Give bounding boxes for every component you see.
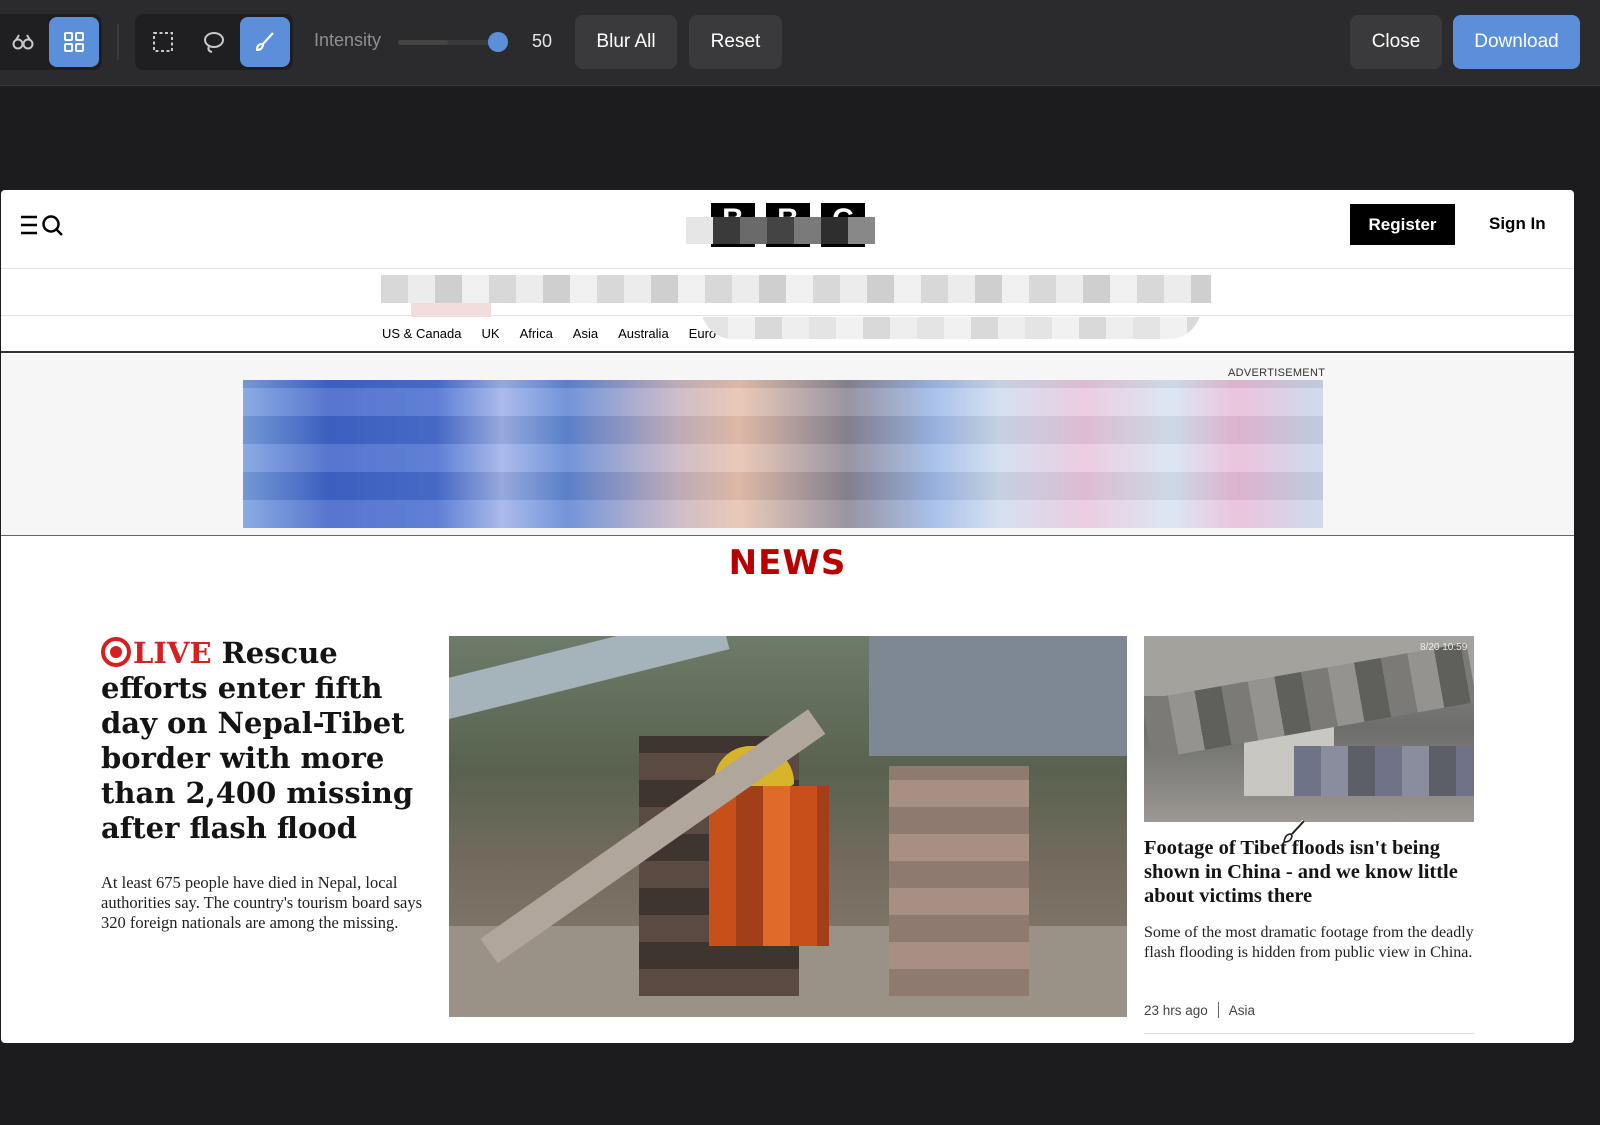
selection-tool-group (135, 14, 293, 70)
story-region[interactable]: Asia (1229, 1003, 1255, 1018)
intensity-label: Intensity (314, 30, 382, 50)
page-preview: B B C Register Sign In US & Canada UK Af… (1, 190, 1574, 1043)
side-story-image[interactable]: 8/20 10:59 (1144, 636, 1474, 822)
blur-block (740, 217, 767, 244)
view-mode-group (0, 14, 102, 70)
subnav-item[interactable]: Africa (520, 326, 553, 341)
brush-icon[interactable] (240, 17, 290, 67)
menu-search-icon[interactable] (19, 212, 65, 240)
section-title: NEWS (728, 543, 847, 583)
meta-divider (1217, 1002, 1219, 1018)
blurred-nav-items (381, 275, 1211, 303)
subnav-item[interactable]: US & Canada (382, 326, 462, 341)
lead-summary: At least 675 people have died in Nepal, … (101, 873, 423, 932)
binoculars-icon[interactable] (0, 17, 48, 67)
image-timestamp: 8/20 10:59 (1420, 642, 1468, 653)
advertisement-band: ADVERTISEMENT (1, 355, 1574, 536)
rect-select-icon[interactable] (138, 17, 188, 67)
sign-in-link[interactable]: Sign In (1489, 214, 1546, 234)
side-story-summary: Some of the most dramatic footage from t… (1144, 924, 1474, 961)
subnav-list: US & Canada UK Africa Asia Australia Eur… (382, 326, 716, 341)
close-button[interactable]: Close (1350, 15, 1442, 69)
blur-block (411, 303, 491, 317)
brush-blur-stroke (1294, 746, 1474, 796)
subnav-item[interactable]: UK (482, 326, 500, 341)
grid-icon[interactable] (49, 17, 99, 67)
editor-toolbar: Intensity 50 Blur All Reset Close Downlo… (0, 0, 1600, 86)
intensity-slider-knob[interactable] (488, 32, 508, 52)
blurred-subnav (701, 317, 1201, 339)
blur-block (848, 217, 875, 244)
blur-block (686, 217, 713, 244)
brush-cursor-icon (1283, 819, 1306, 843)
blur-block (713, 217, 740, 244)
background-building (869, 636, 1127, 756)
lasso-icon[interactable] (189, 17, 239, 67)
intensity-value: 50 (532, 31, 553, 51)
live-label: LIVE (133, 636, 212, 670)
intensity-slider-fill (398, 40, 448, 45)
lead-headline[interactable]: LIVE Rescue efforts enter fifth day on N… (101, 636, 431, 846)
live-icon (101, 637, 131, 667)
divider (1144, 1033, 1474, 1034)
intensity-slider[interactable] (398, 40, 498, 45)
side-story-meta: 23 hrs ago Asia (1144, 1002, 1255, 1018)
blur-all-button[interactable]: Blur All (575, 15, 677, 69)
brush-blur-stroke (449, 636, 730, 722)
download-button[interactable]: Download (1453, 15, 1580, 69)
blur-block (767, 217, 794, 244)
subnav-item[interactable]: Australia (618, 326, 669, 341)
site-masthead: B B C Register Sign In (1, 190, 1574, 269)
subnav-item[interactable]: Asia (573, 326, 598, 341)
blurred-advertisement (243, 380, 1323, 528)
blurred-person (889, 766, 1029, 996)
toolbar-divider (117, 24, 119, 60)
blurred-vest (709, 786, 829, 946)
reset-button[interactable]: Reset (689, 15, 782, 69)
lead-image[interactable] (449, 636, 1127, 1017)
blur-block (821, 217, 848, 244)
secondary-nav: US & Canada UK Africa Asia Australia Eur… (1, 317, 1574, 353)
ad-label: ADVERTISEMENT (1228, 367, 1326, 379)
blur-block (794, 217, 821, 244)
story-time: 23 hrs ago (1144, 1002, 1208, 1018)
primary-nav (1, 270, 1574, 317)
register-button[interactable]: Register (1350, 204, 1455, 245)
